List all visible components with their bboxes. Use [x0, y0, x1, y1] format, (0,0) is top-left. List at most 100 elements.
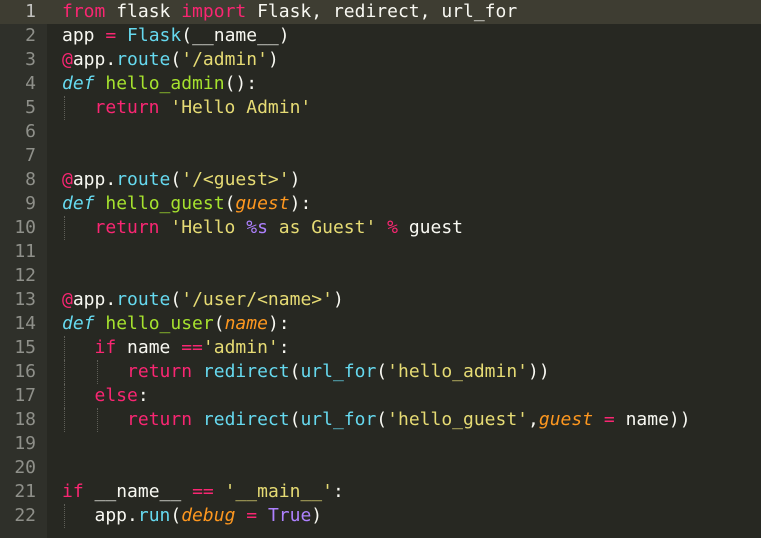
code-token: guest	[538, 409, 594, 430]
code-lines[interactable]: 1 from flask import Flask, redirect, url_…	[0, 0, 761, 528]
code-line[interactable]: 20	[0, 456, 761, 480]
code-token: (	[170, 289, 182, 310]
code-line[interactable]: 18 return redirect(url_for('hello_guest',…	[0, 408, 761, 432]
code-line[interactable]: 5 return 'Hello Admin'	[0, 96, 761, 120]
code-token: 'hello_admin'	[387, 361, 529, 382]
code-token: =	[105, 25, 117, 46]
code-token: return	[94, 97, 160, 118]
code-token: app	[62, 25, 106, 46]
code-token: '/admin'	[181, 49, 268, 70]
code-line[interactable]: 1 from flask import Flask, redirect, url_…	[0, 0, 761, 24]
code-token: 'admin'	[202, 337, 279, 358]
code-token: (	[213, 313, 225, 334]
code-token: @	[62, 49, 73, 70]
code-editor[interactable]: 1 from flask import Flask, redirect, url_…	[0, 0, 761, 538]
code-line[interactable]: 16 return redirect(url_for('hello_admin')…	[0, 360, 761, 384]
code-token: @	[62, 289, 73, 310]
code-text: from flask import Flask, redirect, url_f…	[62, 0, 517, 24]
code-token: guest	[397, 217, 464, 238]
line-number: 14	[14, 313, 36, 334]
line-number: 6	[25, 121, 36, 142]
code-token: def	[62, 73, 95, 94]
code-token: )	[332, 289, 344, 310]
code-token: %s	[246, 217, 268, 238]
code-text: app.run(debug = True)	[95, 504, 323, 528]
code-line[interactable]: 10 return 'Hello %s as Guest' % guest	[0, 216, 761, 240]
code-line[interactable]: 17 else:	[0, 384, 761, 408]
code-text: return 'Hello %s as Guest' % guest	[95, 216, 464, 240]
code-line[interactable]: 8 @app.route('/<guest>')	[0, 168, 761, 192]
code-token: return	[127, 409, 193, 430]
code-token: ))	[528, 361, 550, 382]
code-token: '/<guest>'	[181, 169, 290, 190]
indent-guide	[64, 408, 65, 432]
line-number: 10	[14, 217, 36, 238]
code-line[interactable]: 13 @app.route('/user/<name>')	[0, 288, 761, 312]
code-line[interactable]: 12	[0, 264, 761, 288]
code-token: :	[332, 481, 344, 502]
code-token: name	[224, 313, 268, 334]
code-text: app = Flask(__name__)	[62, 24, 290, 48]
line-number: 17	[14, 385, 36, 406]
code-line[interactable]: 7	[0, 144, 761, 168]
indent-guide	[64, 96, 65, 120]
code-line[interactable]: 2 app = Flask(__name__)	[0, 24, 761, 48]
line-number: 13	[14, 289, 36, 310]
code-token: ():	[224, 73, 258, 94]
code-text: def hello_user(name):	[62, 312, 290, 336]
line-number: 9	[25, 193, 36, 214]
code-token: url_for	[300, 409, 377, 430]
code-token: (	[376, 361, 388, 382]
code-text: if __name__ == '__main__':	[62, 480, 344, 504]
code-token: Flask	[127, 25, 182, 46]
code-token: url_for	[300, 361, 377, 382]
code-token: route	[116, 49, 171, 70]
code-token: ):	[289, 193, 312, 214]
line-number: 20	[14, 457, 36, 478]
code-token: redirect	[202, 409, 290, 430]
indent-guide	[64, 504, 65, 528]
code-token: ==	[181, 337, 203, 358]
code-token: as Guest'	[267, 217, 377, 238]
code-token: '__main__'	[224, 481, 333, 502]
code-token: =	[603, 409, 615, 430]
code-line[interactable]: 3 @app.route('/admin')	[0, 48, 761, 72]
line-number: 7	[25, 145, 36, 166]
line-number: 5	[25, 97, 36, 118]
code-line[interactable]: 19	[0, 432, 761, 456]
code-token: ==	[192, 481, 214, 502]
line-number: 11	[14, 241, 36, 262]
code-token: ,	[528, 409, 539, 430]
code-token: :	[278, 337, 290, 358]
code-token: (	[170, 505, 182, 526]
code-token: hello_guest	[105, 193, 225, 214]
code-line[interactable]: 15 if name =='admin':	[0, 336, 761, 360]
code-line[interactable]: 21 if __name__ == '__main__':	[0, 480, 761, 504]
code-token: route	[116, 289, 171, 310]
code-line[interactable]: 14 def hello_user(name):	[0, 312, 761, 336]
code-token: hello_user	[105, 313, 214, 334]
code-text: def hello_admin():	[62, 72, 257, 96]
code-token: (	[376, 409, 388, 430]
line-number: 15	[14, 337, 36, 358]
code-text: @app.route('/admin')	[62, 48, 279, 72]
code-line[interactable]: 9 def hello_guest(guest):	[0, 192, 761, 216]
code-line[interactable]: 11	[0, 240, 761, 264]
code-token: if	[94, 337, 117, 358]
code-line[interactable]: 4 def hello_admin():	[0, 72, 761, 96]
line-number: 18	[14, 409, 36, 430]
code-token: return	[127, 361, 193, 382]
code-text: return 'Hello Admin'	[95, 96, 312, 120]
code-token: app.	[72, 289, 117, 310]
code-line[interactable]: 22 app.run(debug = True)	[0, 504, 761, 528]
code-token: app.	[72, 49, 117, 70]
code-line[interactable]: 6	[0, 120, 761, 144]
code-token: else	[94, 385, 138, 406]
indent-guide	[96, 408, 98, 432]
